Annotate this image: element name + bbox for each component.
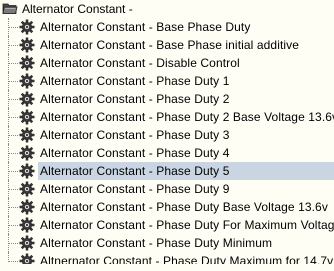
gear-icon [19,91,35,107]
tree-branch-line [9,99,18,100]
gear-icon [19,199,35,215]
tree-branch-line [9,81,18,82]
tree-item-label: Alternator Constant - Base Phase initial… [40,38,300,52]
tree-branch-line [9,207,18,208]
tree-item[interactable]: Alternator Constant - Disable Control [0,54,334,72]
gear-icon [19,73,35,89]
tree-branch-line [9,189,18,190]
folder-icon [2,1,18,15]
tree-item-label: Alternator Constant - Phase Duty 5 [40,164,230,178]
tree-branch-line [9,153,18,154]
tree-branch-line [9,117,18,118]
tree-item-label: Alternator Constant - Phase Duty 1 [40,74,230,88]
gear-icon [19,145,35,161]
gear-icon [19,127,35,143]
gear-icon [19,181,35,197]
tree-branch-line [9,171,18,172]
tree-item-label: Alternator Constant - Phase Duty For Max… [40,218,334,232]
tree-view[interactable]: Alternator Constant - Alternator Constan… [0,0,334,271]
tree-branch-line [9,63,18,64]
tree-item[interactable]: Alternator Constant - Phase Duty Base Vo… [0,198,334,216]
tree-bottom-edge [0,264,334,271]
tree-item[interactable]: Alternator Constant - Phase Duty For Max… [0,216,334,234]
tree-item-label: Alternator Constant - Phase Duty 2 [40,92,230,106]
tree-item-label: Alternator Constant - Phase Duty Minimum [40,236,273,250]
tree-branch-line [9,243,18,244]
tree-item[interactable]: Alternator Constant - Phase Duty 2 [0,90,334,108]
tree-item-label: Alternator Constant - Phase Duty 4 [40,146,230,160]
gear-icon [19,235,35,251]
gear-icon [19,37,35,53]
gear-icon [19,19,35,35]
tree-item-label: Alternator Constant - Phase Duty 9 [40,182,230,196]
tree-item[interactable]: Alternator Constant - Phase Duty Minimum [0,234,334,252]
tree-item[interactable]: Alternator Constant - Base Phase Duty [0,18,334,36]
gear-icon [19,55,35,71]
tree-item[interactable]: Alternator Constant - Phase Duty 3 [0,126,334,144]
tree-branch-line [9,261,18,262]
tree-item-label: Alternator Constant - Base Phase Duty [40,20,251,34]
tree-item[interactable]: Alternator Constant - Phase Duty 5 [0,162,334,180]
tree-item[interactable]: Alternator Constant - Base Phase initial… [0,36,334,54]
tree-item[interactable]: Alternator Constant - Phase Duty 1 [0,72,334,90]
tree-item[interactable]: Alternator Constant - Phase Duty 2 Base … [0,108,334,126]
tree-branch-line [9,27,18,28]
tree-branch-line [9,135,18,136]
tree-item-label: Alternator Constant - Phase Duty Base Vo… [40,200,328,214]
tree-item-label: Alternator Constant - Disable Control [40,56,240,70]
tree-root-node[interactable]: Alternator Constant - [0,0,334,18]
gear-icon [19,163,35,179]
tree-item-label: Alternator Constant - Phase Duty 3 [40,128,230,142]
tree-item[interactable]: Alternator Constant - Phase Duty 9 [0,180,334,198]
tree-item-label: Alternator Constant - Phase Duty 2 Base … [40,110,334,124]
tree-item[interactable]: Alternator Constant - Phase Duty 4 [0,144,334,162]
tree-branch-line [9,45,18,46]
gear-icon [19,217,35,233]
tree-branch-line [9,225,18,226]
gear-icon [19,109,35,125]
tree-root-label: Alternator Constant - [22,2,133,16]
